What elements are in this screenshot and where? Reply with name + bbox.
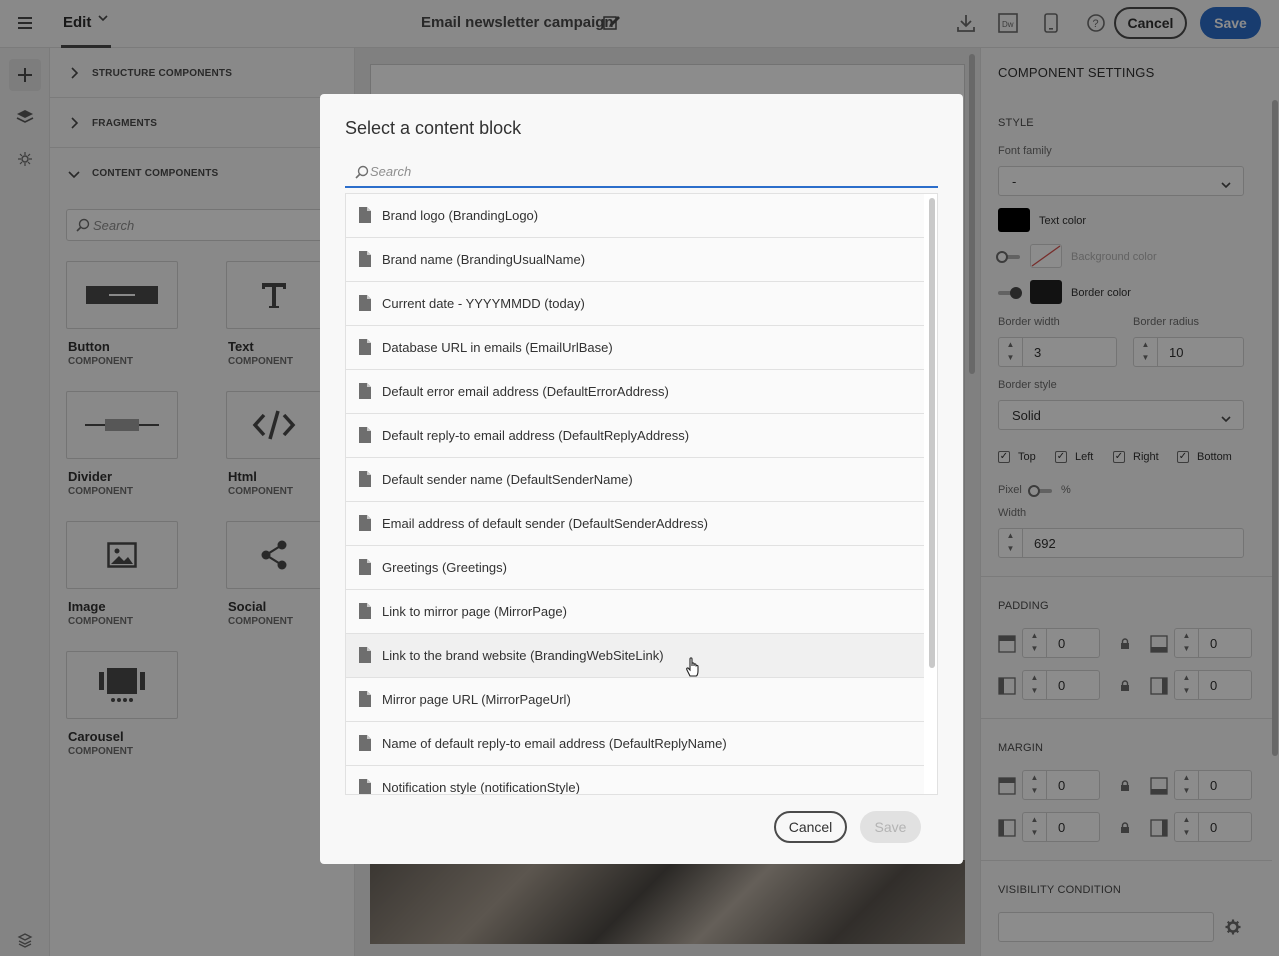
- list-item[interactable]: Email address of default sender (Default…: [346, 502, 924, 546]
- list-item-label: Name of default reply-to email address (…: [382, 736, 727, 751]
- document-icon: [359, 251, 371, 267]
- list-item[interactable]: Link to the brand website (BrandingWebSi…: [346, 634, 924, 678]
- list-item[interactable]: Brand logo (BrandingLogo): [346, 194, 924, 238]
- document-icon: [359, 207, 371, 223]
- list-item[interactable]: Mirror page URL (MirrorPageUrl): [346, 678, 924, 722]
- list-item[interactable]: Default sender name (DefaultSenderName): [346, 458, 924, 502]
- list-scrollbar[interactable]: [929, 198, 935, 668]
- list-item[interactable]: Database URL in emails (EmailUrlBase): [346, 326, 924, 370]
- list-item[interactable]: Name of default reply-to email address (…: [346, 722, 924, 766]
- document-icon: [359, 735, 371, 751]
- dialog-save-button[interactable]: Save: [860, 811, 921, 843]
- hand-cursor-icon: [686, 657, 699, 677]
- document-icon: [359, 427, 371, 443]
- select-content-block-dialog: Select a content block Search Brand logo…: [320, 94, 963, 864]
- list-item-label: Notification style (notificationStyle): [382, 780, 580, 795]
- list-item-label: Link to the brand website (BrandingWebSi…: [382, 648, 664, 663]
- list-item-label: Brand name (BrandingUsualName): [382, 252, 586, 267]
- list-item-label: Link to mirror page (MirrorPage): [382, 604, 567, 619]
- list-item-label: Mirror page URL (MirrorPageUrl): [382, 692, 571, 707]
- document-icon: [359, 647, 371, 663]
- search-placeholder: Search: [370, 164, 412, 179]
- dialog-cancel-button[interactable]: Cancel: [774, 811, 847, 843]
- list-item[interactable]: Greetings (Greetings): [346, 546, 924, 590]
- document-icon: [359, 383, 371, 399]
- list-item-label: Email address of default sender (Default…: [382, 516, 708, 531]
- document-icon: [359, 295, 371, 311]
- search-icon: [355, 165, 369, 179]
- list-item[interactable]: Link to mirror page (MirrorPage): [346, 590, 924, 634]
- list-item-label: Default error email address (DefaultErro…: [382, 384, 669, 399]
- document-icon: [359, 603, 371, 619]
- document-icon: [359, 471, 371, 487]
- dialog-title: Select a content block: [345, 118, 522, 138]
- list-item-label: Brand logo (BrandingLogo): [382, 208, 539, 223]
- list-item[interactable]: Brand name (BrandingUsualName): [346, 238, 924, 282]
- list-item[interactable]: Default reply-to email address (DefaultR…: [346, 414, 924, 458]
- content-block-list: Brand logo (BrandingLogo) Brand name (Br…: [345, 193, 938, 795]
- document-icon: [359, 779, 371, 794]
- list-item-label: Default reply-to email address (DefaultR…: [382, 428, 690, 443]
- list-item-label: Database URL in emails (EmailUrlBase): [382, 340, 613, 355]
- list-item[interactable]: Default error email address (DefaultErro…: [346, 370, 924, 414]
- document-icon: [359, 515, 371, 531]
- list-item[interactable]: Notification style (notificationStyle): [346, 766, 924, 795]
- list-item-label: Greetings (Greetings): [382, 560, 507, 575]
- list-item-label: Current date - YYYYMMDD (today): [382, 296, 585, 311]
- document-icon: [359, 559, 371, 575]
- document-icon: [359, 691, 371, 707]
- list-item[interactable]: Current date - YYYYMMDD (today): [346, 282, 924, 326]
- document-icon: [359, 339, 371, 355]
- list-item-label: Default sender name (DefaultSenderName): [382, 472, 633, 487]
- content-block-search-input[interactable]: Search: [345, 158, 938, 188]
